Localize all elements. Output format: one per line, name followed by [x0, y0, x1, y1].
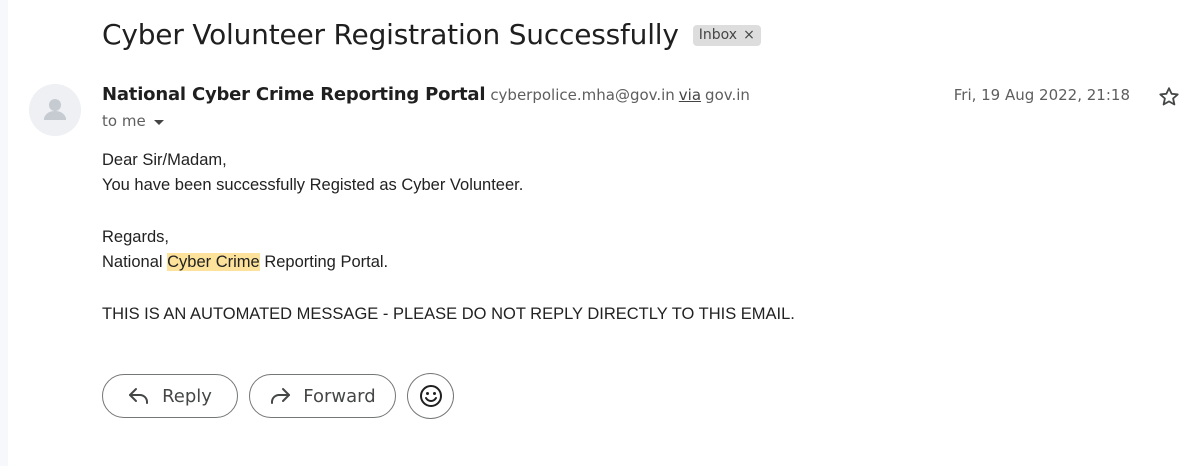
forward-arrow-icon	[269, 387, 291, 405]
body-line-1: You have been successfully Registed as C…	[102, 176, 524, 194]
signature-post: Reporting Portal.	[259, 253, 389, 271]
email-body: Dear Sir/Madam, You have been successful…	[102, 148, 795, 327]
email-subject: Cyber Volunteer Registration Successfull…	[102, 18, 679, 51]
reply-label: Reply	[162, 385, 212, 407]
forward-label: Forward	[303, 385, 376, 407]
via-link[interactable]: via	[679, 86, 701, 104]
left-rail	[0, 0, 8, 466]
remove-label-close-icon[interactable]: ×	[743, 27, 755, 43]
body-greeting: Dear Sir/Madam,	[102, 151, 227, 169]
via-domain: gov.in	[705, 86, 750, 104]
sender-email: cyberpolice.mha@gov.in	[490, 86, 675, 104]
emoji-smiley-icon	[419, 385, 442, 407]
emoji-reaction-button[interactable]	[407, 373, 454, 419]
subject-row: Cyber Volunteer Registration Successfull…	[102, 18, 761, 51]
recipient-details-toggle[interactable]: to me	[102, 112, 164, 130]
inbox-label-chip[interactable]: Inbox ×	[692, 25, 761, 46]
sender-row: National Cyber Crime Reporting Portal cy…	[102, 84, 750, 105]
body-regards: Regards,	[102, 228, 169, 246]
default-person-avatar-icon	[29, 84, 81, 136]
sender-name[interactable]: National Cyber Crime Reporting Portal	[102, 84, 486, 105]
sender-avatar[interactable]	[29, 84, 81, 136]
chevron-down-icon[interactable]	[153, 120, 164, 125]
body-automated-notice: THIS IS AN AUTOMATED MESSAGE - PLEASE DO…	[102, 305, 795, 323]
body-signature: National Cyber Crime Reporting Portal.	[102, 250, 795, 275]
reply-button[interactable]: Reply	[102, 374, 238, 418]
email-date: Fri, 19 Aug 2022, 21:18	[953, 86, 1130, 104]
reply-arrow-icon	[128, 387, 150, 405]
star-icon[interactable]	[1157, 85, 1181, 109]
message-actions: Reply Forward	[102, 373, 454, 419]
label-chip-text: Inbox	[698, 27, 738, 43]
highlighted-search-term: Cyber Crime	[167, 253, 260, 271]
signature-pre: National	[102, 253, 168, 271]
forward-button[interactable]: Forward	[249, 374, 396, 418]
recipient-label: to me	[102, 112, 146, 130]
